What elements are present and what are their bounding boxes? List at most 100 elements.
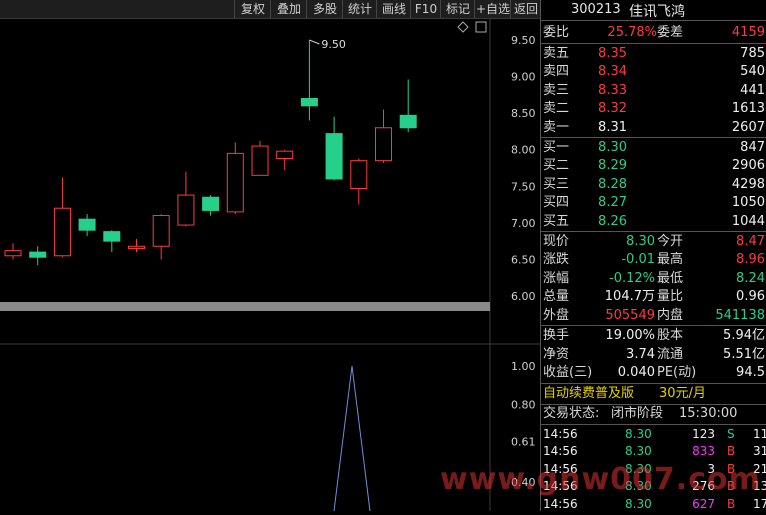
trade-status-phase: 闭市阶段 <box>611 406 664 421</box>
bid-level-price: 8.29 <box>598 158 627 174</box>
tick-price: 8.30 <box>625 427 652 441</box>
quote-label: 涨幅 <box>543 270 570 286</box>
bid-level-row[interactable]: 买五 8.26 1044 <box>541 213 766 231</box>
quote-value: 8.30 <box>626 234 655 249</box>
tick-side: B <box>727 444 736 459</box>
finance-row[interactable]: 收益(三) 0.040 PE(动) 94.5 <box>541 364 766 382</box>
bid-level-row[interactable]: 买四 8.27 1050 <box>541 194 766 212</box>
bid-level-volume: 4298 <box>731 176 765 192</box>
stock-code: 300213 <box>571 2 621 17</box>
chart-area[interactable]: 9.50 9.00 8.50 8.00 7.50 7.00 6.50 6.00 9.50 1.00… <box>0 19 540 512</box>
bid-level-label: 买一 <box>543 140 570 155</box>
finance-label: 净资 <box>543 346 570 362</box>
quote-label-2: 最高 <box>657 252 684 268</box>
finance-value-2: 5.51亿 <box>723 346 765 362</box>
chart-toolbar: 复权 叠加 多股 统计 画线 F10 标记 +自选 返回 <box>0 0 540 19</box>
bid-level-price: 8.30 <box>598 140 627 155</box>
quote-value-2: 541138 <box>715 307 765 323</box>
quote-row[interactable]: 涨幅 -0.12% 最低 8.24 <box>541 270 766 288</box>
tick-row: 14:56 8.30 627 B 17 <box>541 496 766 513</box>
toolbar-button-2[interactable]: 多股 <box>306 0 343 18</box>
promo-row[interactable]: 自动续费普及版 30元/月 <box>541 385 766 403</box>
candle-body <box>29 251 47 258</box>
trade-status-row: 交易状态: 闭市阶段 15:30:00 <box>541 405 766 423</box>
ask-level-row[interactable]: 卖一 8.31 2607 <box>541 119 766 137</box>
quote-label: 现价 <box>543 234 570 249</box>
tick-count: 31 <box>753 444 766 459</box>
quote-label-2: 今开 <box>657 234 684 249</box>
ask-level-volume: 441 <box>740 82 765 98</box>
indicator-tick-label: 1.00 <box>511 360 536 373</box>
promo-text[interactable]: 自动续费普及版 <box>543 385 634 403</box>
indicator-tick-label: 0.61 <box>511 435 536 448</box>
bid-level-volume: 2906 <box>731 158 765 174</box>
finance-label-2: 流通 <box>657 346 684 362</box>
quote-label-2: 量比 <box>657 289 684 305</box>
quote-row[interactable]: 现价 8.30 今开 8.47 <box>541 233 766 251</box>
toolbar-button-1[interactable]: 叠加 <box>270 0 307 18</box>
finance-label-2: PE(动) <box>657 365 697 381</box>
toolbar-button-6[interactable]: 标记 <box>440 0 475 18</box>
quote-label-2: 最低 <box>657 270 684 286</box>
bid-level-row[interactable]: 买三 8.28 4298 <box>541 176 766 194</box>
ask-level-price: 8.35 <box>598 46 627 61</box>
quote-label-2: 内盘 <box>657 307 684 323</box>
tick-volume: 833 <box>692 444 715 459</box>
kline-chart[interactable]: 9.50 9.00 8.50 8.00 7.50 7.00 6.50 6.00 9.50 1.00… <box>0 19 540 512</box>
tick-side: B <box>727 496 736 511</box>
toolbar-button-0[interactable]: 复权 <box>234 0 271 18</box>
tick-row: 14:56 8.30 123 S 11 <box>541 426 766 443</box>
tick-time: 14:56 <box>543 444 578 459</box>
price-tick-label: 8.50 <box>511 107 536 120</box>
candle-body <box>202 196 220 211</box>
chart-menu-icon <box>475 21 487 33</box>
candle-body <box>276 150 294 159</box>
tick-volume: 627 <box>692 496 715 511</box>
ask-level-price: 8.31 <box>598 119 627 135</box>
quote-row[interactable]: 涨跌 -0.01 最高 8.96 <box>541 251 766 269</box>
price-tick-label: 7.50 <box>511 180 536 193</box>
ask-level-row[interactable]: 卖二 8.32 1613 <box>541 100 766 118</box>
finance-value: 0.040 <box>617 365 655 381</box>
bid-level-price: 8.27 <box>598 195 627 211</box>
toolbar-button-7[interactable]: +自选 <box>474 0 511 18</box>
bid-level-row[interactable]: 买一 8.30 847 <box>541 139 766 157</box>
ask-level-label: 卖二 <box>543 101 570 117</box>
bid-level-volume: 1044 <box>731 213 765 229</box>
toolbar-button-3[interactable]: 统计 <box>342 0 377 18</box>
bid-level-label: 买五 <box>543 213 570 229</box>
tick-volume: 123 <box>692 427 715 441</box>
bid-level-row[interactable]: 买二 8.29 2906 <box>541 157 766 175</box>
price-tick-label: 9.00 <box>511 71 536 84</box>
candle-body <box>103 231 121 242</box>
candle-body <box>53 207 71 257</box>
quote-label: 涨跌 <box>543 252 570 268</box>
ask-level-row[interactable]: 卖五 8.35 785 <box>541 45 766 63</box>
finance-value-2: 5.94亿 <box>723 328 765 343</box>
weicha-value: 4159 <box>731 25 765 40</box>
candle-body <box>251 145 269 176</box>
high-marker-line <box>309 39 320 45</box>
promo-price[interactable]: 30元/月 <box>659 385 706 403</box>
high-marker-label: 9.50 <box>321 38 346 51</box>
bid-level-label: 买二 <box>543 158 570 174</box>
quote-value-2: 0.96 <box>736 289 765 305</box>
quote-row[interactable]: 总量 104.7万 量比 0.96 <box>541 288 766 306</box>
candle-body <box>128 245 145 249</box>
candle-body <box>152 215 170 247</box>
ask-level-row[interactable]: 卖四 8.34 540 <box>541 63 766 81</box>
price-tick-label: 6.00 <box>511 290 536 303</box>
weibi-row: 委比 25.78% 委差 4159 <box>541 24 766 42</box>
bid-level-label: 买三 <box>543 176 570 192</box>
toolbar-button-4[interactable]: 画线 <box>376 0 411 18</box>
toolbar-button-8[interactable]: 返回 <box>510 0 541 18</box>
panel-splitter <box>0 302 490 311</box>
ask-level-row[interactable]: 卖三 8.33 441 <box>541 82 766 100</box>
finance-row[interactable]: 净资 3.74 流通 5.51亿 <box>541 346 766 364</box>
candle-body <box>4 250 22 257</box>
toolbar-button-5[interactable]: F10 <box>410 0 441 18</box>
finance-row[interactable]: 换手 19.00% 股本 5.94亿 <box>541 327 766 345</box>
stock-header: 300213 佳讯飞鸿 <box>541 0 766 21</box>
quote-row[interactable]: 外盘 505549 内盘 541138 <box>541 307 766 325</box>
finance-value: 3.74 <box>626 346 655 362</box>
